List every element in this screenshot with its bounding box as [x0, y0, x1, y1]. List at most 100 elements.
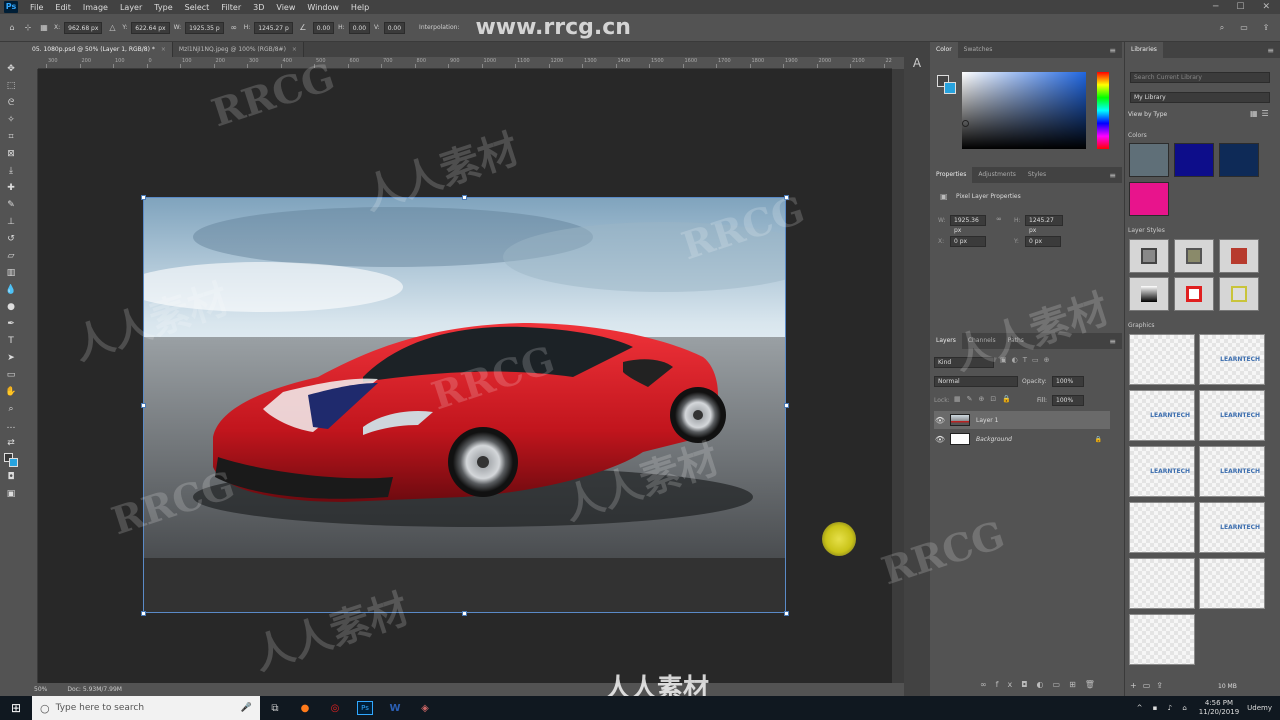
menu-window[interactable]: Window	[301, 3, 345, 12]
eraser-tool-icon[interactable]: ▱	[3, 248, 19, 264]
maximize-icon[interactable]: ☐	[1236, 2, 1244, 12]
frame-tool-icon[interactable]: ⊠	[3, 146, 19, 162]
path-selection-tool-icon[interactable]: ➤	[3, 350, 19, 366]
taskbar-search[interactable]: ○ Type here to search 🎤	[32, 696, 260, 720]
workspace-icon[interactable]: ▭	[1238, 22, 1250, 34]
tab-libraries[interactable]: Libraries	[1125, 42, 1163, 58]
app-icon[interactable]: ◈	[410, 696, 440, 720]
layer-style-tile[interactable]	[1129, 277, 1169, 311]
color-picker-cursor[interactable]	[962, 120, 969, 127]
lasso-tool-icon[interactable]: ᘓ	[3, 95, 19, 111]
tab-layers[interactable]: Layers	[930, 333, 962, 349]
prop-link-icon[interactable]: ∞	[996, 215, 1002, 223]
view-toggle-icons[interactable]: ▦☰	[1250, 109, 1273, 118]
menu-type[interactable]: Type	[148, 3, 178, 12]
fill-input[interactable]: 100%	[1052, 395, 1084, 406]
link-icon[interactable]: ∞	[228, 22, 240, 34]
minimize-icon[interactable]: ─	[1213, 2, 1218, 12]
handle-top-right[interactable]	[784, 195, 789, 200]
healing-brush-tool-icon[interactable]: ✚	[3, 180, 19, 196]
handle-bottom-right[interactable]	[784, 611, 789, 616]
handle-bottom-center[interactable]	[462, 611, 467, 616]
colors-section-label[interactable]: Colors	[1128, 132, 1147, 139]
marquee-tool-icon[interactable]: ⬚	[3, 78, 19, 94]
windows-start-icon[interactable]: ⊞	[0, 696, 32, 720]
library-color-swatch[interactable]	[1129, 182, 1169, 216]
type-tool-icon[interactable]: T	[3, 333, 19, 349]
panel-menu-icon[interactable]: ≡	[1267, 46, 1280, 55]
tab-channels[interactable]: Channels	[962, 333, 1002, 349]
menu-view[interactable]: View	[270, 3, 301, 12]
layer-name[interactable]: Background	[976, 436, 1012, 443]
graphic-tile[interactable]: LEARNTECH	[1199, 502, 1265, 553]
x-input[interactable]: 962.68 px	[64, 21, 103, 34]
tray-icons[interactable]: ^ ▪ ♪ ⌂	[1137, 704, 1191, 712]
doc-size[interactable]: Doc: 5.93M/7.99M	[67, 686, 122, 693]
layer-style-tile[interactable]	[1219, 277, 1259, 311]
opacity-input[interactable]: 100%	[1052, 376, 1084, 387]
vertical-scrollbar[interactable]	[892, 69, 904, 683]
menu-edit[interactable]: Edit	[49, 3, 77, 12]
photoshop-taskbar-icon[interactable]: Ps	[350, 696, 380, 720]
library-footer-icons[interactable]: +▭⇪	[1130, 681, 1169, 690]
crop-tool-icon[interactable]: ⌗	[3, 129, 19, 145]
tab-properties[interactable]: Properties	[930, 167, 973, 183]
blur-tool-icon[interactable]: 💧	[3, 282, 19, 298]
screen-mode-icon[interactable]: ▣	[3, 486, 19, 502]
handle-middle-right[interactable]	[784, 403, 789, 408]
menu-help[interactable]: Help	[345, 3, 375, 12]
height-input[interactable]: 1245.27 p	[254, 21, 293, 34]
graphic-tile[interactable]	[1129, 614, 1195, 665]
panel-menu-icon[interactable]: ≡	[1109, 46, 1122, 55]
graphic-tile[interactable]: LEARNTECH	[1129, 390, 1195, 441]
search-icon[interactable]: ⌕	[1216, 22, 1228, 34]
microphone-icon[interactable]: 🎤	[241, 703, 252, 713]
library-select[interactable]: My Library	[1130, 92, 1270, 103]
handle-top-center[interactable]	[462, 195, 467, 200]
layer-row-layer-1[interactable]: 👁 Layer 1	[934, 411, 1110, 429]
layer-filter-kind[interactable]: Kind	[934, 357, 994, 368]
graphic-tile[interactable]	[1129, 502, 1195, 553]
panel-menu-icon[interactable]: ≡	[1109, 171, 1122, 180]
handle-top-left[interactable]	[141, 195, 146, 200]
transform-bounding-box[interactable]	[143, 197, 786, 613]
layer-row-background[interactable]: 👁 Background 🔒	[934, 430, 1110, 448]
menu-select[interactable]: Select	[179, 3, 216, 12]
handle-middle-left[interactable]	[141, 403, 146, 408]
close-tab-icon[interactable]: ×	[292, 46, 297, 53]
creative-cloud-icon[interactable]: ◎	[320, 696, 350, 720]
panel-menu-icon[interactable]: ≡	[1109, 337, 1122, 346]
graphic-tile[interactable]: LEARNTECH	[1199, 390, 1265, 441]
library-search-input[interactable]: Search Current Library	[1130, 72, 1270, 83]
color-spectrum[interactable]	[962, 72, 1086, 149]
swap-colors-icon[interactable]: ⇄	[3, 435, 19, 451]
task-view-icon[interactable]: ⧉	[260, 696, 290, 720]
prop-width-input[interactable]: 1925.36 px	[950, 215, 986, 234]
graphic-tile[interactable]	[1129, 334, 1195, 385]
library-color-swatch[interactable]	[1219, 143, 1259, 177]
hskew-input[interactable]: 0.00	[348, 21, 371, 34]
layer-filter-icons[interactable]: ▣◐T▭⊕	[1000, 356, 1054, 364]
move-tool-icon[interactable]: ✥	[3, 61, 19, 77]
clock[interactable]: 4:56 PM 11/20/2019	[1199, 699, 1239, 717]
prop-x-input[interactable]: 0 px	[950, 236, 986, 247]
hue-slider[interactable]	[1097, 72, 1109, 149]
brush-tool-icon[interactable]: ✎	[3, 197, 19, 213]
y-input[interactable]: 622.64 px	[131, 21, 170, 34]
graphic-tile[interactable]	[1129, 558, 1195, 609]
menu-layer[interactable]: Layer	[114, 3, 148, 12]
magic-wand-tool-icon[interactable]: ✧	[3, 112, 19, 128]
library-color-swatch[interactable]	[1129, 143, 1169, 177]
width-input[interactable]: 1925.35 p	[185, 21, 224, 34]
more-tools-icon[interactable]: …	[3, 418, 19, 434]
shape-tool-icon[interactable]: ▭	[3, 367, 19, 383]
prop-height-input[interactable]: 1245.27 px	[1025, 215, 1063, 234]
prop-y-input[interactable]: 0 px	[1025, 236, 1061, 247]
layer-style-tile[interactable]	[1174, 239, 1214, 273]
graphic-tile[interactable]	[1199, 558, 1265, 609]
type-panel-icon[interactable]: A	[904, 56, 930, 70]
close-tab-icon[interactable]: ×	[161, 46, 166, 53]
view-by-select[interactable]: View by Type	[1128, 111, 1167, 118]
history-brush-tool-icon[interactable]: ↺	[3, 231, 19, 247]
tab-adjustments[interactable]: Adjustments	[972, 167, 1022, 183]
